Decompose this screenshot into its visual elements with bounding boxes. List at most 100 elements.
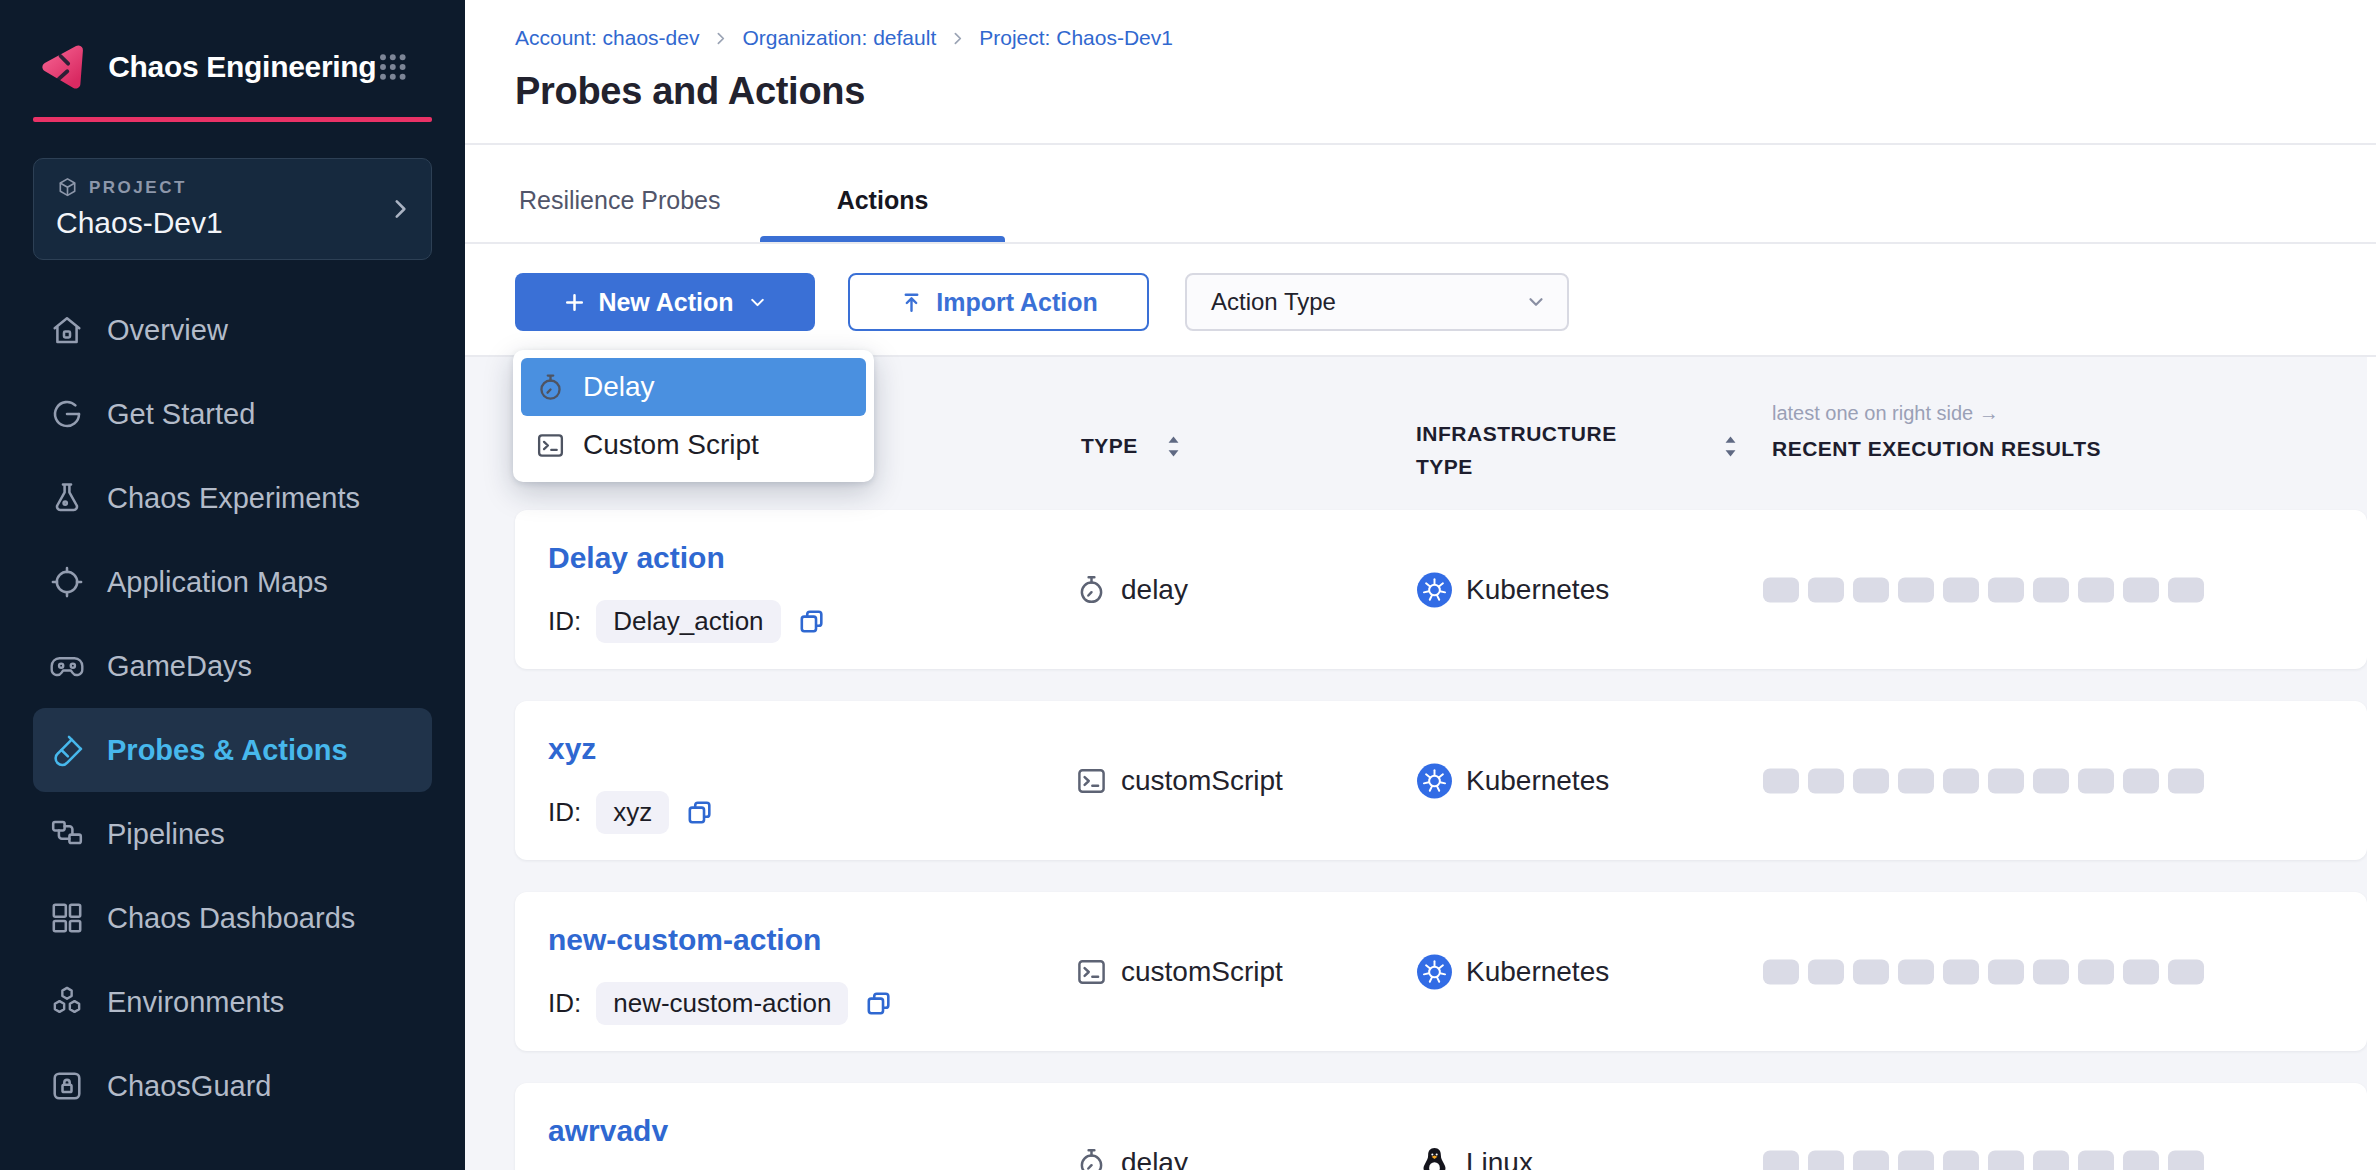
action-id-row: ID: xyz (548, 791, 715, 834)
action-name-link[interactable]: new-custom-action (548, 923, 821, 957)
execution-result-placeholder (2033, 1150, 2069, 1170)
terminal-icon (1075, 764, 1108, 797)
infrastructure-label: Linux (1466, 1147, 1533, 1170)
new-action-button[interactable]: New Action (515, 273, 815, 331)
execution-result-placeholder (1898, 959, 1934, 984)
terminal-icon (535, 430, 566, 461)
action-id-row: ID:Delay_action (548, 600, 827, 643)
page-title: Probes and Actions (515, 70, 865, 113)
stopwatch-icon (1075, 573, 1108, 606)
execution-result-placeholder (1808, 959, 1844, 984)
sidebar-item-label: Probes & Actions (107, 734, 348, 767)
sidebar-item-chaos-dashboards[interactable]: Chaos Dashboards (33, 876, 432, 960)
shield-lock-icon (49, 1068, 85, 1104)
action-id-row: ID:new-custom-action (548, 982, 894, 1025)
sidebar-item-environments[interactable]: Environments (33, 960, 432, 1044)
execution-result-placeholder (1988, 959, 2024, 984)
module-grid-icon[interactable] (376, 49, 410, 85)
test-tube-icon (49, 732, 85, 768)
breadcrumb-link[interactable]: Project: Chaos-Dev1 (979, 26, 1173, 50)
plus-icon (562, 290, 587, 315)
execution-result-placeholder (1943, 768, 1979, 793)
sidebar-item-chaos-experiments[interactable]: Chaos Experiments (33, 456, 432, 540)
sidebar-item-get-started[interactable]: Get Started (33, 372, 432, 456)
execution-result-placeholder (2078, 959, 2114, 984)
execution-result-placeholder (2123, 1150, 2159, 1170)
scrollbar-track[interactable] (2367, 357, 2376, 1170)
action-id-chip: xyz (596, 791, 669, 834)
recent-execution-results (1763, 1150, 2204, 1170)
sidebar-item-probes-actions[interactable]: Probes & Actions (33, 708, 432, 792)
sidebar-item-application-maps[interactable]: Application Maps (33, 540, 432, 624)
action-type-select[interactable]: Action Type (1185, 273, 1569, 331)
recent-results-hint: latest one on right side → (1772, 402, 1999, 425)
action-name-link[interactable]: Delay action (548, 541, 725, 575)
tab-actions[interactable]: Actions (760, 186, 1005, 215)
upload-icon (899, 290, 924, 315)
copy-icon[interactable] (863, 988, 894, 1019)
import-action-button[interactable]: Import Action (848, 273, 1149, 331)
column-header-recent-results: RECENT EXECUTION RESULTS (1772, 437, 2101, 461)
execution-result-placeholder (1763, 959, 1799, 984)
execution-result-placeholder (2123, 577, 2159, 602)
id-label: ID: (548, 797, 581, 828)
sidebar-item-label: Overview (107, 314, 228, 347)
execution-result-placeholder (2033, 959, 2069, 984)
action-name-link[interactable]: awrvadv (548, 1114, 668, 1148)
execution-result-placeholder (1988, 1150, 2024, 1170)
pipelines-icon (49, 816, 85, 852)
type-label: customScript (1121, 956, 1283, 988)
copy-icon[interactable] (796, 606, 827, 637)
execution-result-placeholder (1763, 577, 1799, 602)
action-type-label: Action Type (1211, 288, 1336, 316)
sidebar-item-label: Pipelines (107, 818, 225, 851)
execution-result-placeholder (2123, 959, 2159, 984)
sidebar-accent-divider (33, 117, 432, 122)
type-cell: delay (1075, 573, 1188, 606)
sidebar-item-gamedays[interactable]: GameDays (33, 624, 432, 708)
rows-container: Delay action ID:Delay_action delay Kubernet… (515, 510, 2367, 1170)
main-content: Account: chaos-dev Organization: default P… (465, 0, 2376, 1170)
sort-icon[interactable] (1164, 433, 1183, 460)
infrastructure-cell: Kubernetes (1416, 762, 1609, 799)
sidebar-nav: Overview Get StartedChaos Experiments Appl… (0, 288, 465, 1128)
sidebar-item-label: Application Maps (107, 566, 328, 599)
column-header-type: TYPE (1081, 434, 1138, 458)
environments-icon (49, 984, 85, 1020)
menu-item-delay[interactable]: Delay (521, 358, 866, 416)
sidebar-item-label: ChaosGuard (107, 1070, 271, 1103)
chevron-right-icon (387, 196, 413, 222)
recent-execution-results (1763, 959, 2204, 984)
execution-result-placeholder (2078, 768, 2114, 793)
execution-result-placeholder (1898, 577, 1934, 602)
tab-resilience-probes[interactable]: Resilience Probes (519, 186, 721, 215)
table-row: Delay actionID:Delay_actiondelayKubernet… (515, 510, 2367, 669)
execution-result-placeholder (1943, 577, 1979, 602)
sort-icon[interactable] (1721, 433, 1740, 460)
sidebar-item-chaosguard[interactable]: ChaosGuard (33, 1044, 432, 1128)
execution-result-placeholder (2168, 959, 2204, 984)
menu-item-custom-script[interactable]: Custom Script (521, 416, 866, 474)
execution-result-placeholder (2168, 1150, 2204, 1170)
type-cell: customScript (1075, 955, 1283, 988)
execution-result-placeholder (2033, 577, 2069, 602)
execution-result-placeholder (1988, 577, 2024, 602)
sidebar-item-overview[interactable]: Overview (33, 288, 432, 372)
sidebar-item-label: Environments (107, 986, 284, 1019)
breadcrumb-link[interactable]: Account: chaos-dev (515, 26, 699, 50)
sidebar-item-pipelines[interactable]: Pipelines (33, 792, 432, 876)
recent-execution-results (1763, 768, 2204, 793)
stopwatch-icon (1075, 1146, 1108, 1170)
kubernetes-icon (1416, 571, 1453, 608)
copy-icon[interactable] (684, 797, 715, 828)
home-icon (49, 312, 85, 348)
execution-result-placeholder (1808, 768, 1844, 793)
execution-result-placeholder (2033, 768, 2069, 793)
app-title: Chaos Engineering (108, 50, 376, 84)
action-name-link[interactable]: xyz (548, 732, 596, 766)
breadcrumb-separator-icon (712, 30, 729, 47)
project-selector[interactable]: PROJECT Chaos-Dev1 (33, 158, 432, 260)
flask-icon (49, 480, 85, 516)
breadcrumb-link[interactable]: Organization: default (742, 26, 936, 50)
execution-result-placeholder (1853, 959, 1889, 984)
